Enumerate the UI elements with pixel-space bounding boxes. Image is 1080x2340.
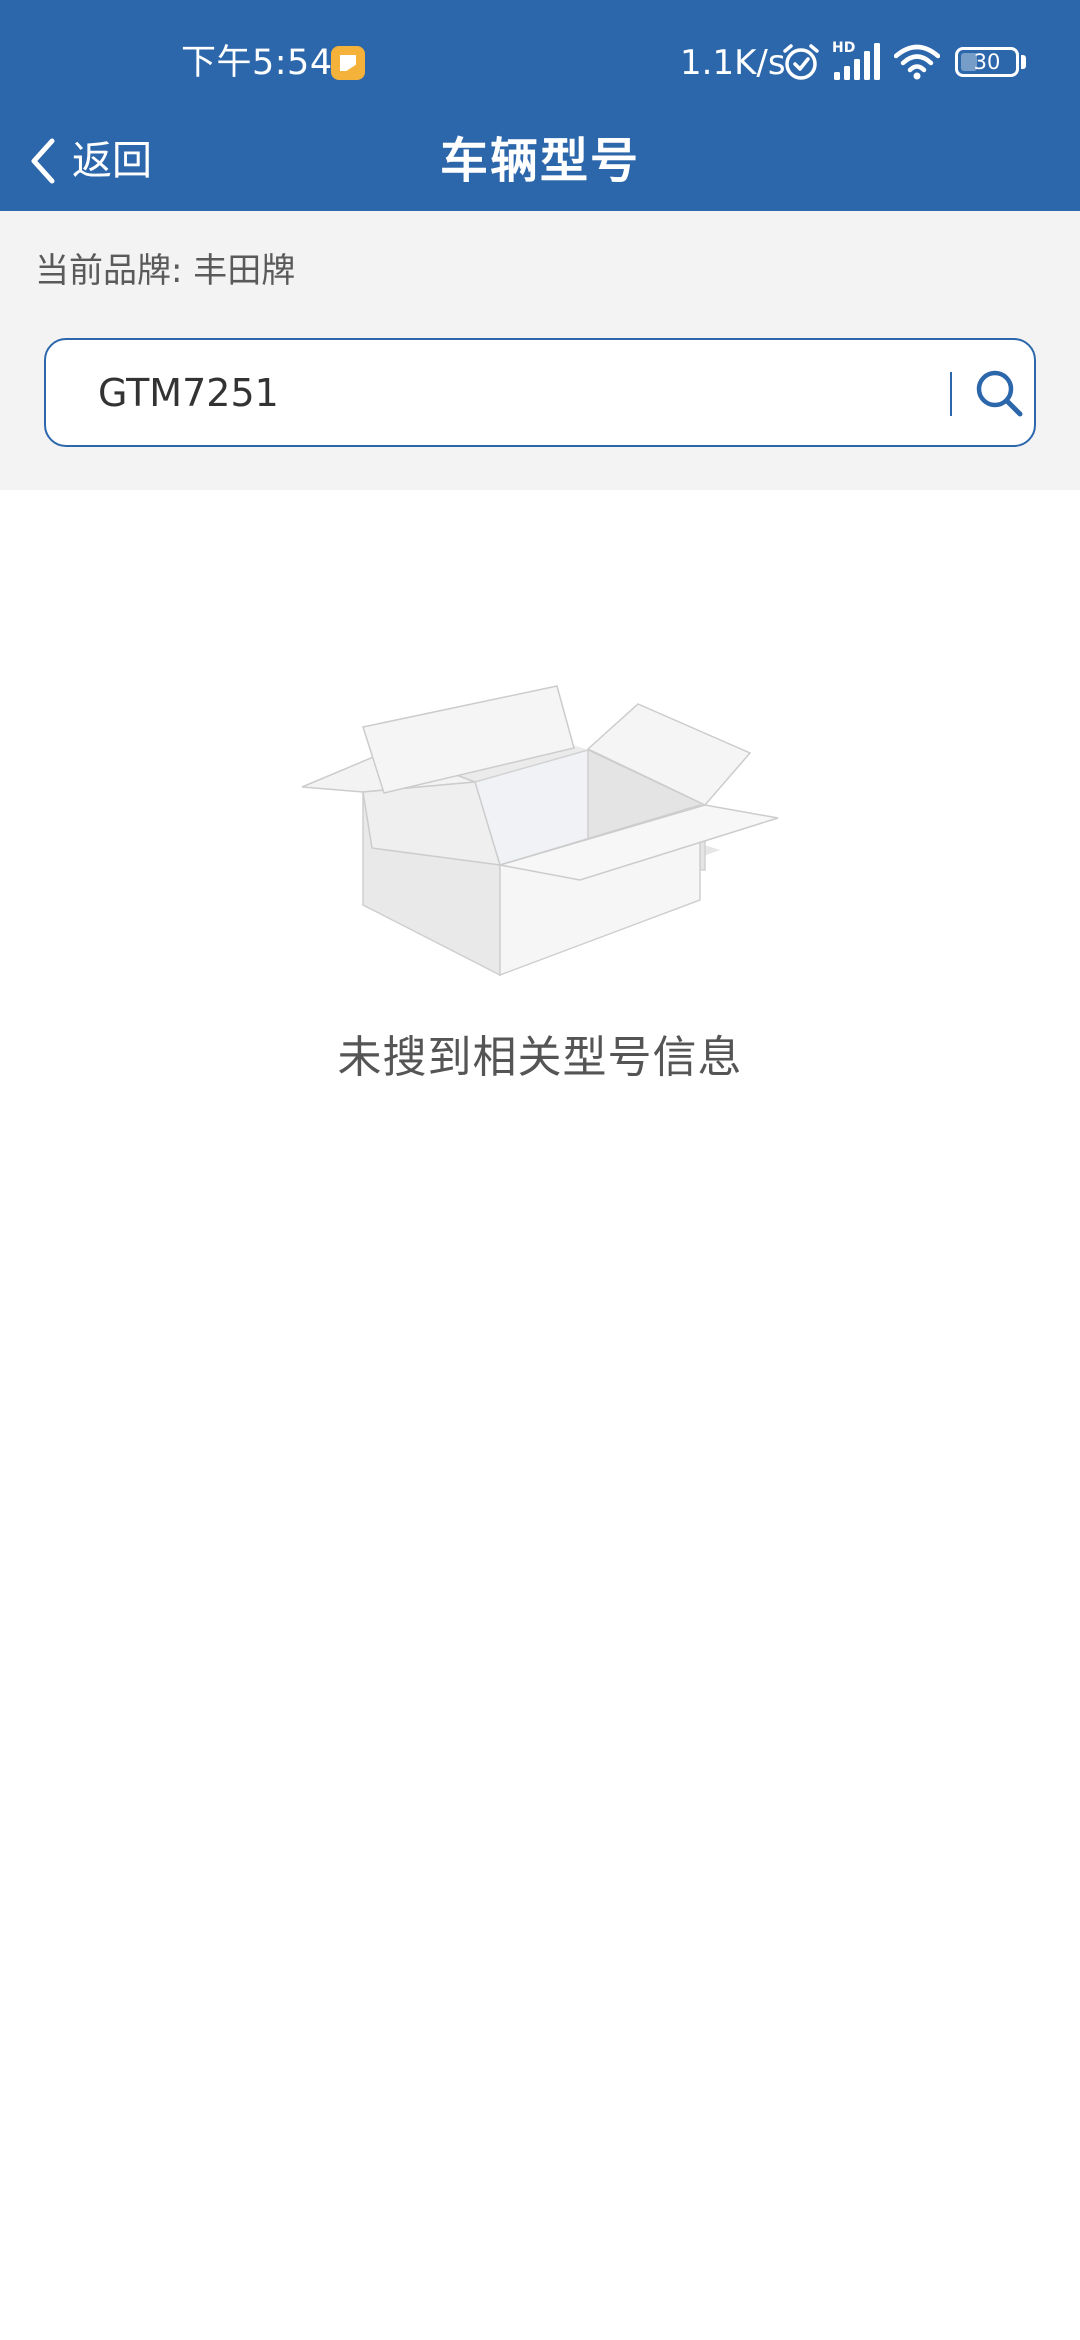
search-box [44, 338, 1036, 447]
chevron-left-icon [31, 138, 55, 184]
search-input[interactable] [98, 340, 968, 445]
back-label: 返回 [72, 138, 152, 184]
back-button[interactable]: 返回 [28, 126, 152, 196]
wifi-icon [894, 44, 940, 80]
empty-box-icon [301, 685, 779, 977]
notification-icon [331, 46, 365, 80]
empty-state-message: 未搜到相关型号信息 [337, 1032, 743, 1083]
status-time: 下午5:54 [181, 43, 333, 83]
search-icon[interactable] [968, 362, 1030, 424]
alarm-icon [783, 44, 819, 80]
network-speed: 1.1K/s [680, 43, 786, 83]
status-bar: 下午5:54 1.1K/s HD 30 [0, 0, 1080, 126]
signal-icon [834, 43, 880, 80]
current-brand-label: 当前品牌: 丰田牌 [35, 251, 296, 291]
page-title: 车辆型号 [439, 133, 640, 189]
battery-icon: 30 [955, 47, 1019, 77]
search-divider [950, 372, 952, 416]
header: 下午5:54 1.1K/s HD 30 车辆型号 返回 [0, 0, 1080, 211]
battery-level: 30 [973, 50, 1001, 74]
nav-bar: 车辆型号 返回 [0, 126, 1080, 211]
brand-section: 当前品牌: 丰田牌 [0, 211, 1080, 490]
battery-tip [1021, 55, 1026, 69]
